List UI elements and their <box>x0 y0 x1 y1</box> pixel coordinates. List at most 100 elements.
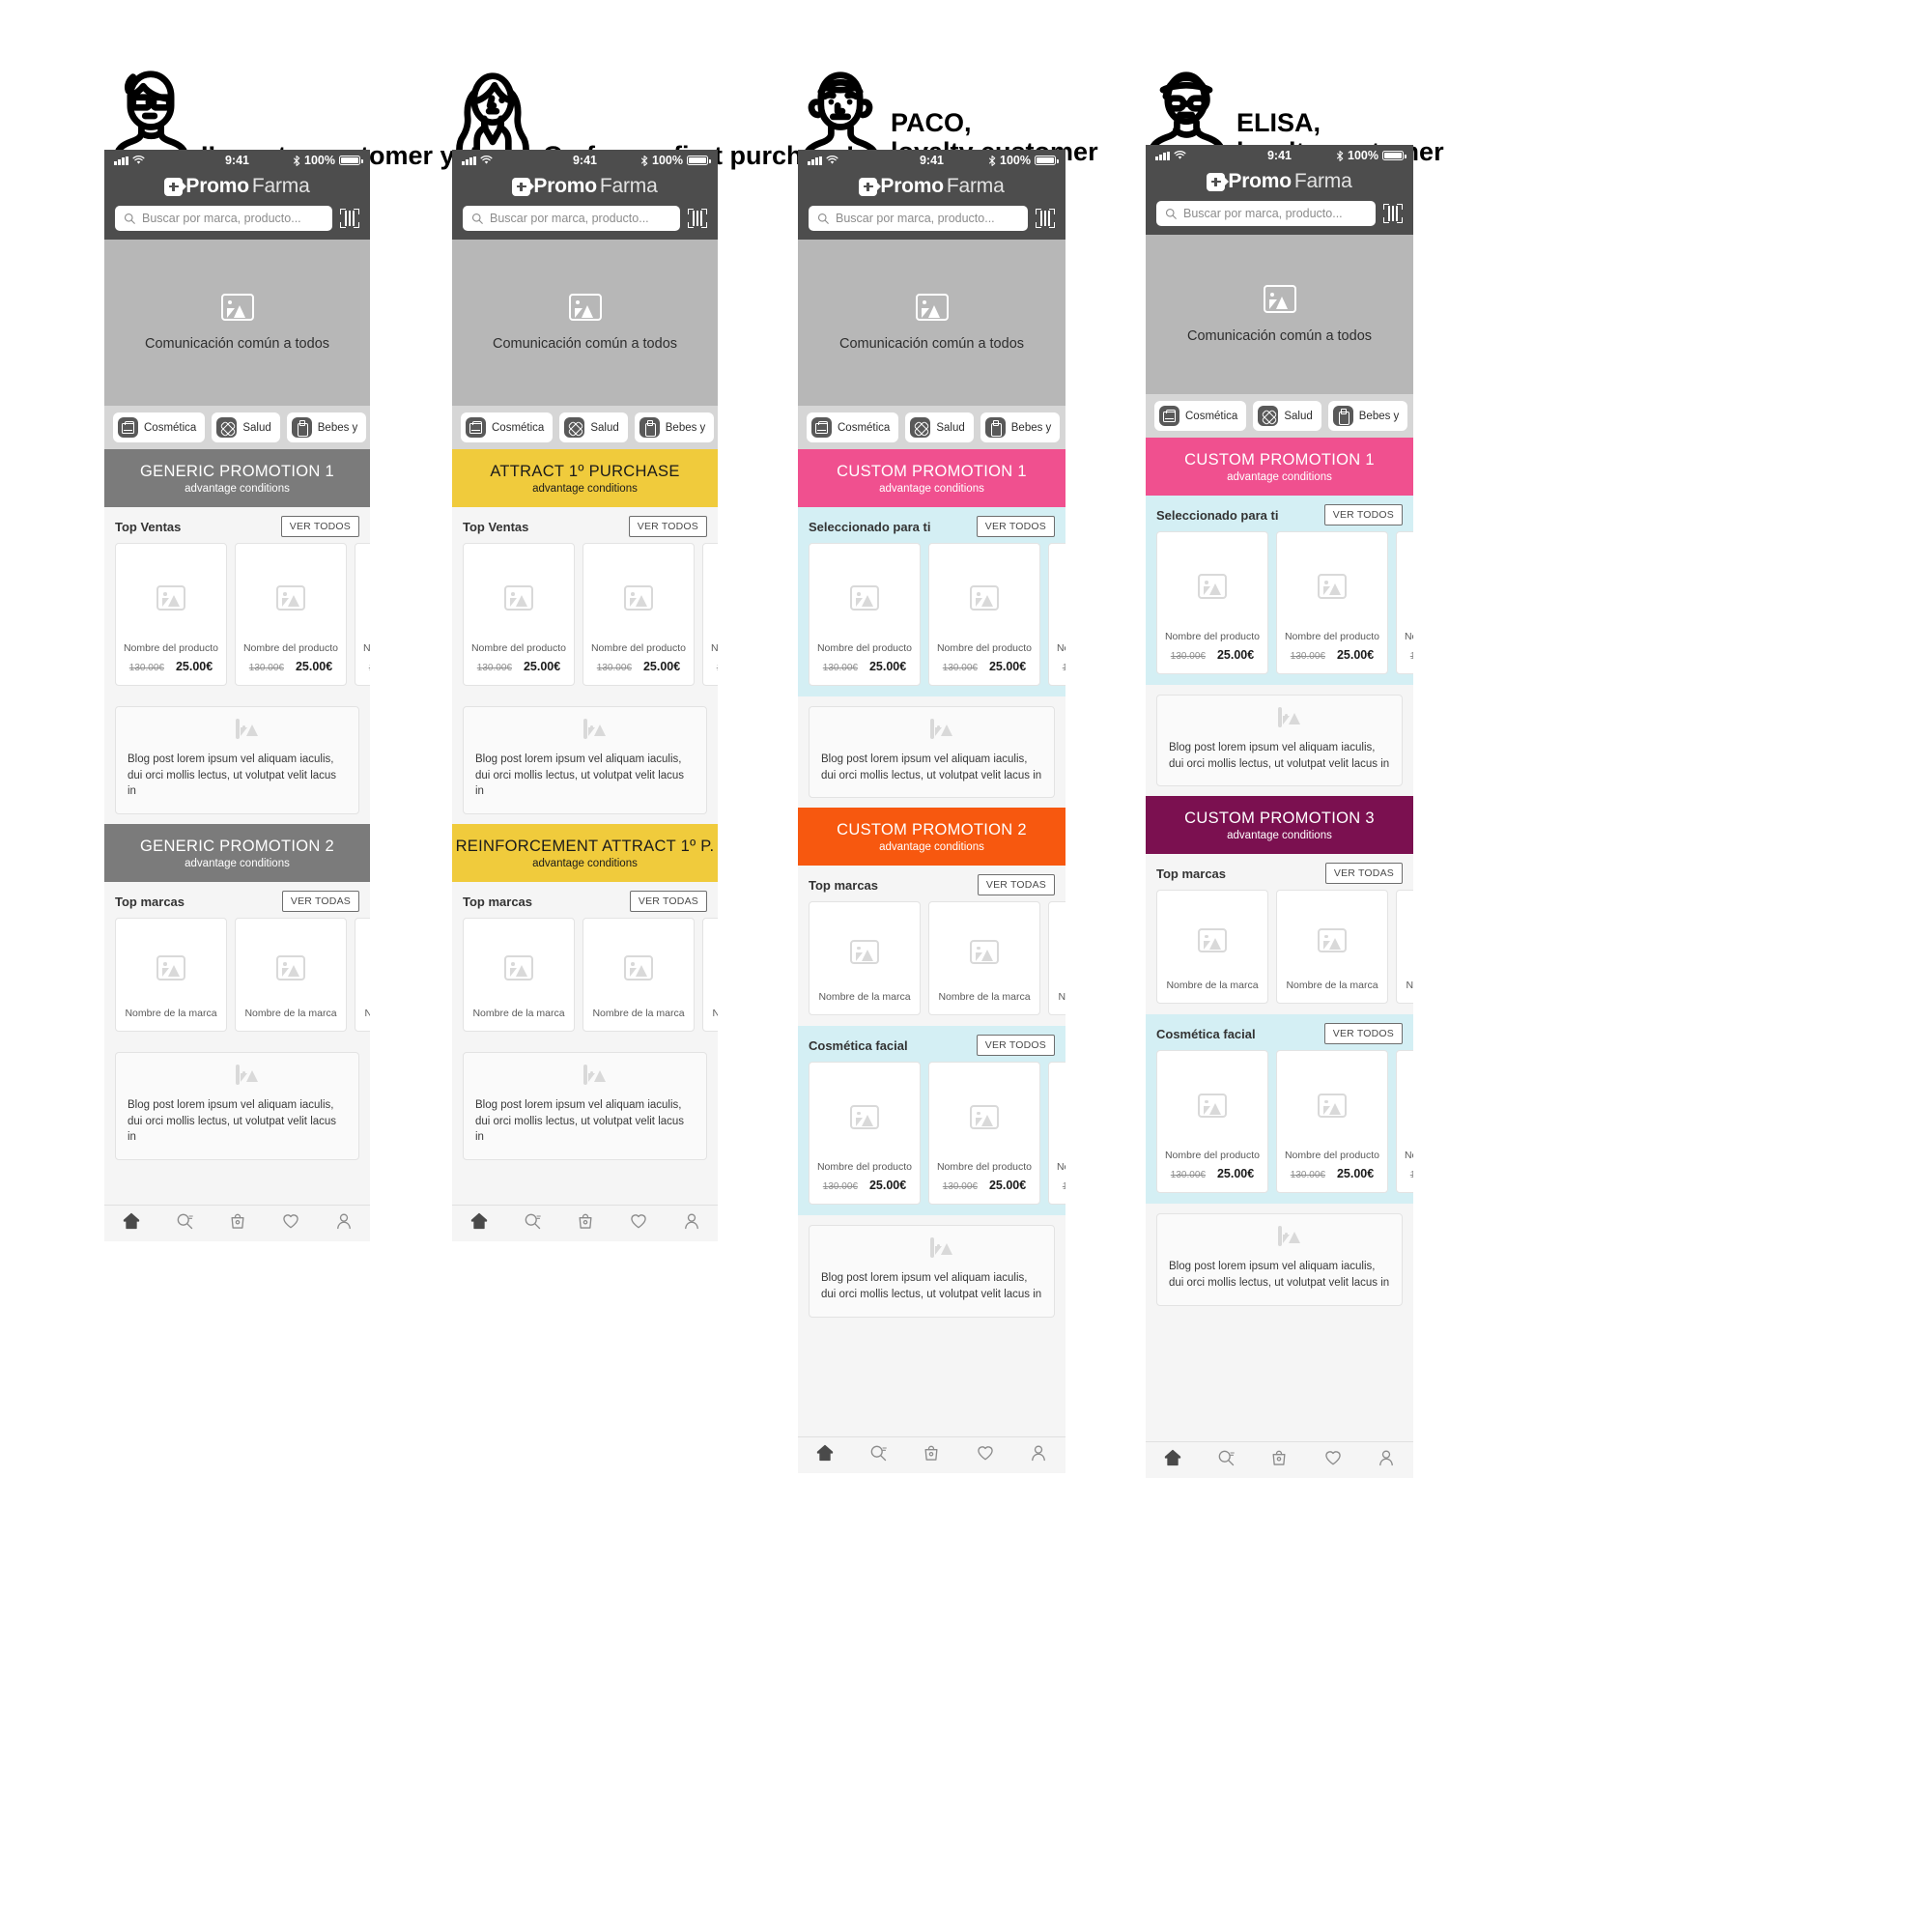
tab-account[interactable] <box>682 1211 701 1236</box>
category-chip[interactable]: Bebes y <box>286 412 367 442</box>
product-card[interactable]: Nombre del producto 130.00€ 25.00€ <box>1048 543 1065 686</box>
brand-card[interactable]: Nombre de la marca <box>582 918 695 1033</box>
category-chip[interactable]: Cosmética <box>461 412 554 442</box>
search-input[interactable]: Buscar por marca, producto... <box>1156 201 1376 226</box>
promotion-banner[interactable]: ATTRACT 1º PURCHASE advantage conditions <box>452 449 718 507</box>
tab-search[interactable] <box>523 1211 542 1236</box>
tab-search[interactable] <box>1216 1448 1236 1472</box>
product-carousel[interactable]: Nombre del producto 130.00€ 25.00€ Nombr… <box>1146 531 1413 685</box>
promotion-banner[interactable]: CUSTOM PROMOTION 1 advantage conditions <box>798 449 1065 507</box>
tab-account[interactable] <box>1377 1448 1396 1472</box>
category-chip[interactable]: Bebes y <box>634 412 715 442</box>
tab-heart[interactable] <box>976 1443 995 1467</box>
product-card[interactable]: Nombre del producto 130.00€ 25.00€ <box>582 543 695 686</box>
brand-card[interactable]: Nombre de la marca <box>1396 890 1413 1005</box>
category-chips[interactable]: Cosmética Salud Bebes y <box>1146 394 1413 438</box>
hero-banner[interactable]: Comunicación común a todos <box>798 240 1065 406</box>
category-chip[interactable]: Bebes y <box>980 412 1061 442</box>
blog-card[interactable]: Blog post lorem ipsum vel aliquam iaculi… <box>115 1052 359 1161</box>
category-chip[interactable]: Salud <box>1253 401 1321 431</box>
tab-bag[interactable] <box>922 1443 941 1467</box>
promotion-banner[interactable]: REINFORCEMENT ATTRACT 1º P. advantage co… <box>452 824 718 883</box>
product-card[interactable]: Nombre del producto 130.00€ 25.00€ <box>1396 1050 1413 1194</box>
category-chip[interactable]: Salud <box>212 412 280 442</box>
category-chips[interactable]: Cosmética Salud Bebes y <box>104 406 370 449</box>
brand-card[interactable]: Nombre de la marca <box>1048 901 1065 1016</box>
barcode-scan-icon[interactable] <box>1036 209 1055 228</box>
barcode-scan-icon[interactable] <box>688 209 707 228</box>
category-chips[interactable]: Cosmética Salud Bebes y <box>452 406 718 449</box>
see-all-button[interactable]: VER TODOS <box>1323 504 1403 526</box>
see-all-button[interactable]: VER TODOS <box>628 516 707 537</box>
product-card[interactable]: Nombre del producto 130.00€ 25.00€ <box>928 543 1040 686</box>
product-card[interactable]: Nombre del producto 130.00€ 25.00€ <box>928 1062 1040 1206</box>
brand-carousel[interactable]: Nombre de la marca Nombre de la marca No… <box>452 918 718 1042</box>
brand-card[interactable]: Nombre de la marca <box>115 918 227 1033</box>
brand-carousel[interactable]: Nombre de la marca Nombre de la marca No… <box>798 901 1065 1026</box>
see-all-button[interactable]: VER TODAS <box>1324 863 1403 885</box>
brand-card[interactable]: Nombre de la marca <box>463 918 575 1033</box>
product-card[interactable]: Nombre del producto 130.00€ 25.00€ <box>1048 1062 1065 1206</box>
promotion-banner[interactable]: CUSTOM PROMOTION 1 advantage conditions <box>1146 438 1413 496</box>
blog-card[interactable]: Blog post lorem ipsum vel aliquam iaculi… <box>809 1225 1055 1318</box>
product-card[interactable]: Nombre del producto 130.00€ 25.00€ <box>1276 1050 1388 1194</box>
barcode-scan-icon[interactable] <box>340 209 359 228</box>
hero-banner[interactable]: Comunicación común a todos <box>452 240 718 406</box>
tab-home[interactable] <box>1163 1448 1182 1472</box>
brand-card[interactable]: Nombre de la marca <box>702 918 718 1033</box>
hero-banner[interactable]: Comunicación común a todos <box>104 240 370 406</box>
bottom-tab-bar[interactable] <box>1146 1441 1413 1478</box>
hero-banner[interactable]: Comunicación común a todos <box>1146 235 1413 394</box>
product-card[interactable]: Nombre del producto 130.00€ 25.00€ <box>809 1062 921 1206</box>
product-carousel[interactable]: Nombre del producto 130.00€ 25.00€ Nombr… <box>1146 1050 1413 1204</box>
tab-search[interactable] <box>175 1211 194 1236</box>
blog-card[interactable]: Blog post lorem ipsum vel aliquam iaculi… <box>463 1052 707 1161</box>
tab-search[interactable] <box>868 1443 888 1467</box>
promofarma-logo[interactable]: Promo Farma <box>104 175 370 198</box>
blog-card[interactable]: Blog post lorem ipsum vel aliquam iaculi… <box>1156 695 1403 787</box>
promotion-banner[interactable]: CUSTOM PROMOTION 2 advantage conditions <box>798 808 1065 867</box>
tab-home[interactable] <box>122 1211 141 1236</box>
blog-card[interactable]: Blog post lorem ipsum vel aliquam iaculi… <box>115 706 359 815</box>
see-all-button[interactable]: VER TODAS <box>629 891 707 913</box>
see-all-button[interactable]: VER TODOS <box>976 1035 1055 1057</box>
bottom-tab-bar[interactable] <box>452 1205 718 1241</box>
see-all-button[interactable]: VER TODOS <box>1323 1023 1403 1045</box>
tab-home[interactable] <box>815 1443 835 1467</box>
brand-carousel[interactable]: Nombre de la marca Nombre de la marca No… <box>1146 890 1413 1014</box>
tab-account[interactable] <box>334 1211 354 1236</box>
promotion-banner[interactable]: CUSTOM PROMOTION 3 advantage conditions <box>1146 796 1413 855</box>
brand-card[interactable]: Nombre de la marca <box>1276 890 1388 1005</box>
category-chip[interactable]: Salud <box>559 412 628 442</box>
bottom-tab-bar[interactable] <box>104 1205 370 1241</box>
product-card[interactable]: Nombre del producto 130.00€ 25.00€ <box>1276 531 1388 674</box>
search-input[interactable]: Buscar por marca, producto... <box>809 206 1028 231</box>
see-all-button[interactable]: VER TODAS <box>977 874 1055 896</box>
tab-heart[interactable] <box>629 1211 648 1236</box>
tab-account[interactable] <box>1029 1443 1048 1467</box>
product-card[interactable]: Nombre del producto 130.00€ 25.00€ <box>115 543 227 686</box>
category-chip[interactable]: Salud <box>905 412 974 442</box>
blog-card[interactable]: Blog post lorem ipsum vel aliquam iaculi… <box>809 706 1055 799</box>
category-chip[interactable]: Cosmética <box>1154 401 1247 431</box>
brand-carousel[interactable]: Nombre de la marca Nombre de la marca No… <box>104 918 370 1042</box>
promotion-banner[interactable]: GENERIC PROMOTION 2 advantage conditions <box>104 824 370 883</box>
tab-bag[interactable] <box>1269 1448 1289 1472</box>
barcode-scan-icon[interactable] <box>1383 204 1403 223</box>
product-card[interactable]: Nombre del producto 130.00€ 25.00€ <box>702 543 718 686</box>
product-card[interactable]: Nombre del producto 130.00€ 25.00€ <box>355 543 370 686</box>
product-carousel[interactable]: Nombre del producto 130.00€ 25.00€ Nombr… <box>104 543 370 696</box>
brand-card[interactable]: Nombre de la marca <box>355 918 370 1033</box>
see-all-button[interactable]: VER TODOS <box>280 516 359 537</box>
product-card[interactable]: Nombre del producto 130.00€ 25.00€ <box>463 543 575 686</box>
brand-card[interactable]: Nombre de la marca <box>809 901 921 1016</box>
product-card[interactable]: Nombre del producto 130.00€ 25.00€ <box>1396 531 1413 674</box>
bottom-tab-bar[interactable] <box>798 1436 1065 1473</box>
promotion-banner[interactable]: GENERIC PROMOTION 1 advantage conditions <box>104 449 370 507</box>
category-chip[interactable]: Bebes y <box>1327 401 1408 431</box>
category-chip[interactable]: Cosmética <box>113 412 206 442</box>
category-chips[interactable]: Cosmética Salud Bebes y <box>798 406 1065 449</box>
tab-bag[interactable] <box>576 1211 595 1236</box>
promofarma-logo[interactable]: Promo Farma <box>798 175 1065 198</box>
see-all-button[interactable]: VER TODOS <box>976 516 1055 537</box>
